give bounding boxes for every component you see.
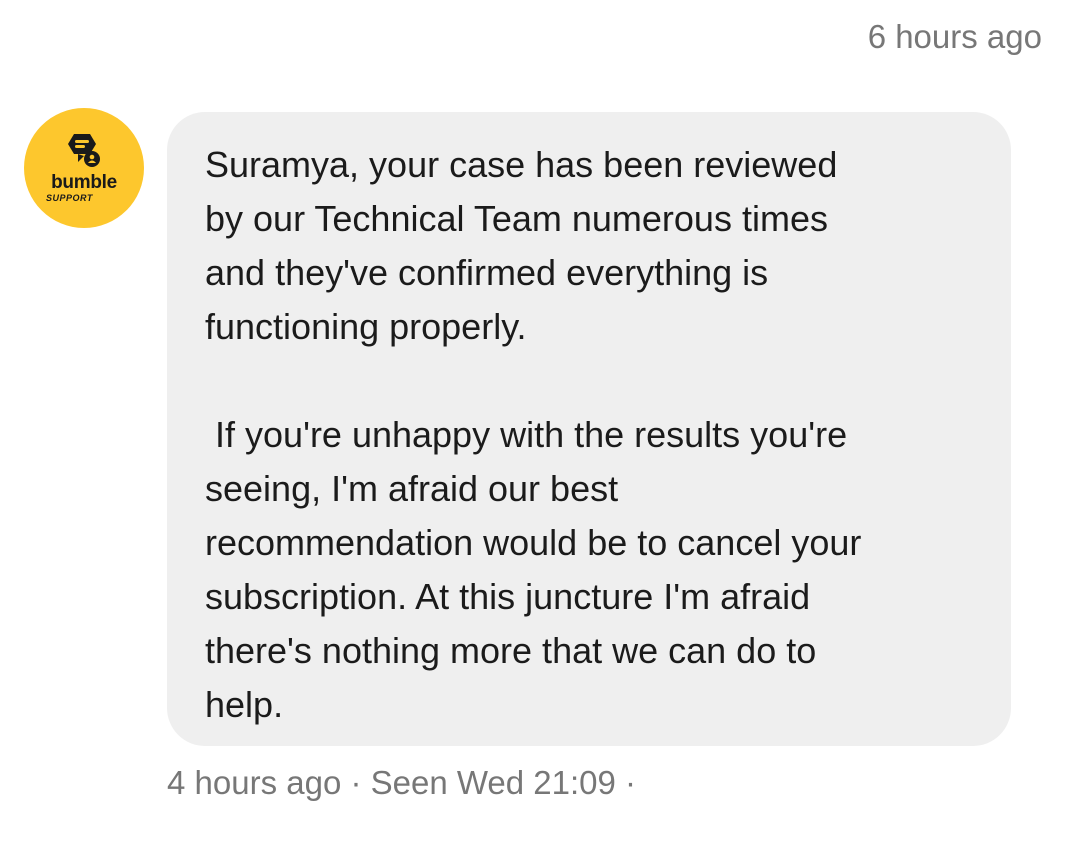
avatar-brand-subtitle: SUPPORT (46, 193, 93, 203)
message-paragraph-1: Suramya, your case has been reviewed by … (205, 144, 838, 347)
message-timestamp: 6 hours ago (867, 18, 1042, 55)
bumble-support-logo-icon (66, 132, 102, 175)
message-status: 4 hours ago · Seen Wed 21:09 · (167, 764, 637, 801)
sender-avatar[interactable]: bumble SUPPORT (24, 108, 144, 228)
message-bubble[interactable]: Suramya, your case has been reviewed by … (167, 112, 1011, 746)
avatar-brand-name: bumble (51, 172, 117, 193)
message-paragraph-2: If you're unhappy with the results you'r… (205, 414, 862, 725)
